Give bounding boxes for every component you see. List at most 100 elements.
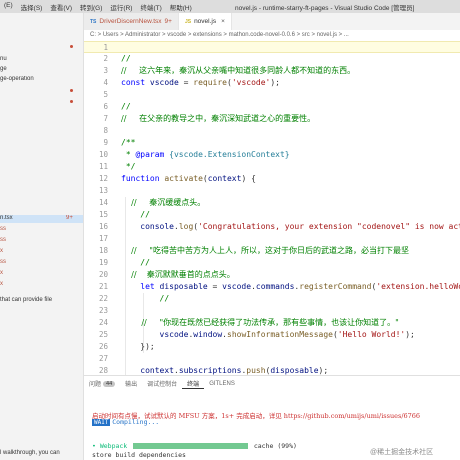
menu-item[interactable]: (E)	[0, 2, 17, 12]
code-token: // "吃得苦中苦方为人上人，所以，这对于你日后的武道之路，必当打下最坚	[121, 246, 409, 255]
code-token: require	[193, 78, 227, 87]
line-number: 21	[98, 282, 108, 291]
code-line[interactable]: 9 /**	[84, 137, 460, 149]
code-line[interactable]: 28 context.subscriptions.push(disposable…	[84, 365, 460, 375]
code-line[interactable]: 26 });	[84, 341, 460, 353]
code-line[interactable]: 27	[84, 353, 460, 365]
menu-item[interactable]: 帮助(H)	[166, 2, 196, 12]
code-token: showInformationMessage	[227, 330, 333, 339]
code-line[interactable]: 23	[84, 305, 460, 317]
code-line[interactable]: 16 console.log('Congratulations, your ex…	[84, 221, 460, 233]
code-token: //	[121, 294, 170, 303]
sidebar-file-active[interactable]: n.tsx 9+	[0, 215, 83, 223]
code-line[interactable]: 13	[84, 185, 460, 197]
sidebar-item[interactable]: ge-operation	[0, 76, 83, 84]
line-number: 4	[103, 78, 108, 87]
menu-item[interactable]: 运行(R)	[106, 2, 136, 12]
line-number: 19	[98, 258, 108, 267]
code-line[interactable]: 8	[84, 125, 460, 137]
code-token: vscode	[222, 282, 252, 291]
code-line[interactable]: 17	[84, 233, 460, 245]
sidebar-file[interactable]: ss	[0, 237, 83, 245]
code-token: disposable	[159, 282, 208, 291]
menu-item[interactable]: 查看(V)	[46, 2, 76, 12]
tab-terminal[interactable]: 终端	[182, 379, 205, 389]
menu-item[interactable]: 终端(T)	[136, 2, 165, 12]
code-line[interactable]: 5	[84, 89, 460, 101]
code-token: @param	[135, 150, 170, 159]
tab-debug-console[interactable]: 调试控制台	[142, 379, 182, 388]
code-line[interactable]: 4 const vscode = require('vscode');	[84, 77, 460, 89]
code-token: subscriptions	[178, 366, 242, 375]
code-line[interactable]: 21 let disposable = vscode.commands.regi…	[84, 281, 460, 293]
line-number: 22	[98, 294, 108, 303]
line-number: 9	[103, 138, 108, 147]
panel-tabs: 问题 44 输出 调试控制台 终端 GITLENS	[84, 376, 240, 391]
code-line[interactable]: 18 // "吃得苦中苦方为人上人，所以，这对于你日后的武道之路，必当打下最坚	[84, 245, 460, 257]
code-line[interactable]: 20 // 秦沉默默垂首的点点头。	[84, 269, 460, 281]
sidebar-file[interactable]: x	[0, 281, 83, 289]
title-bar: (E) 选择(S) 查看(V) 转到(G) 运行(R) 终端(T) 帮助(H) novel.…	[0, 0, 460, 13]
javascript-icon: JS	[184, 18, 192, 25]
code-text: //	[121, 293, 170, 305]
code-line[interactable]: 22 //	[84, 293, 460, 305]
code-line[interactable]: 10 * @param {vscode.ExtensionContext}	[84, 149, 460, 161]
code-token: =	[178, 78, 194, 87]
sidebar-file[interactable]: ss	[0, 259, 83, 267]
code-text: // "你现在既然已经获得了功法传承，那有些事情，也该让你知道了。"	[121, 317, 398, 329]
code-token: // 秦沉默默垂首的点点头。	[121, 270, 235, 279]
code-token: */	[121, 162, 136, 171]
code-line[interactable]: 19 //	[84, 257, 460, 269]
explorer-sidebar: nu ge ge-operation n.tsx 9+ ss ss x ss x …	[0, 13, 84, 460]
code-line[interactable]: 14 // 秦沉缓缓点头。	[84, 197, 460, 209]
code-line[interactable]: 24 // "你现在既然已经获得了功法传承，那有些事情，也该让你知道了。"	[84, 317, 460, 329]
code-token: //	[121, 102, 131, 111]
tab-output[interactable]: 输出	[120, 379, 142, 388]
compiling-text: Compiling...	[112, 418, 160, 426]
menu-item[interactable]: 选择(S)	[17, 2, 47, 12]
line-number: 11	[98, 162, 108, 171]
code-token: const	[121, 78, 150, 87]
code-line[interactable]: 7 // 在父亲的教导之中，秦沉深知武道之心的重要性。	[84, 113, 460, 125]
code-token: ) {	[241, 174, 256, 183]
line-number: 7	[103, 114, 108, 123]
code-line[interactable]: 11 */	[84, 161, 460, 173]
line-number: 12	[98, 174, 108, 183]
sidebar-file[interactable]: x	[0, 248, 83, 256]
code-text: /**	[121, 137, 135, 149]
progress-bar	[133, 443, 249, 450]
sidebar-file[interactable]: x	[0, 270, 83, 278]
code-token: context	[207, 174, 242, 183]
code-text: let disposable = vscode.commands.registe…	[121, 281, 460, 293]
code-editor[interactable]: 1 2 // 3 // 这六年来，秦沉从父亲嘴中知道很多同龄人都不知道的东西。 4 cons…	[84, 41, 460, 375]
close-icon[interactable]: ×	[221, 18, 225, 25]
code-line[interactable]: 12 function activate(context) {	[84, 173, 460, 185]
terminal-line: store build dependencies	[92, 451, 186, 459]
sidebar-item[interactable]: nu	[0, 56, 83, 64]
sidebar-item[interactable]: ge	[0, 66, 83, 74]
code-line[interactable]: 15 //	[84, 209, 460, 221]
tab-novel-js[interactable]: JS novel.js ×	[178, 13, 232, 30]
code-line[interactable]: 6 //	[84, 101, 460, 113]
code-line[interactable]: 1	[84, 41, 460, 53]
code-text: vscode.window.showInformationMessage('He…	[121, 329, 415, 341]
code-token: log	[178, 222, 194, 231]
code-text: });	[121, 341, 154, 353]
breadcrumb[interactable]: C: > Users > Administrator > vscode > ex…	[84, 30, 460, 41]
code-line[interactable]: 3 // 这六年来，秦沉从父亲嘴中知道很多同龄人都不知道的东西。	[84, 65, 460, 77]
code-text: // 这六年来，秦沉从父亲嘴中知道很多同龄人都不知道的东西。	[121, 65, 355, 77]
code-token: window	[193, 330, 223, 339]
line-number: 14	[98, 198, 108, 207]
menu-item[interactable]: 转到(G)	[76, 2, 106, 12]
code-line[interactable]: 2 //	[84, 53, 460, 65]
sidebar-file[interactable]: ss	[0, 226, 83, 234]
tab-gitlens[interactable]: GITLENS	[204, 381, 240, 387]
code-line[interactable]: 25 vscode.window.showInformationMessage(…	[84, 329, 460, 341]
tab-driverdiscernnew[interactable]: TS DriverDiscernNew.tsx 9+	[84, 13, 179, 30]
code-token: // 在父亲的教导之中，秦沉深知武道之心的重要性。	[121, 114, 316, 123]
tab-problems[interactable]: 问题 44	[84, 379, 120, 388]
